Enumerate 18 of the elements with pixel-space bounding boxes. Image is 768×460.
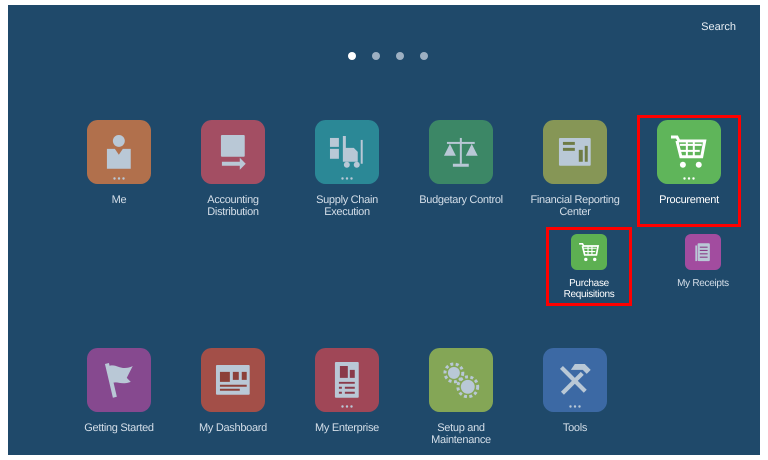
- app-tile[interactable]: Setup and Maintenance: [409, 342, 513, 455]
- page-dot[interactable]: [348, 52, 356, 60]
- app-tile[interactable]: Purchase Requisitions: [546, 226, 632, 306]
- app-tile[interactable]: Tools: [523, 342, 627, 455]
- search-link[interactable]: Search: [701, 21, 736, 40]
- app-tile[interactable]: Getting Started: [67, 342, 171, 455]
- app-tile[interactable]: Budgetary Control: [409, 114, 513, 227]
- app-tile[interactable]: Me: [67, 114, 171, 227]
- app-tile[interactable]: Accounting Distribution: [181, 114, 285, 227]
- page-dot[interactable]: [396, 52, 404, 60]
- app-tile[interactable]: Procurement: [637, 114, 741, 227]
- page-dot[interactable]: [372, 52, 380, 60]
- app-tile[interactable]: Financial Reporting Center: [523, 114, 627, 227]
- app-tile[interactable]: My Dashboard: [181, 342, 285, 455]
- app-tile[interactable]: Supply Chain Execution: [295, 114, 399, 227]
- page-dot[interactable]: [420, 52, 428, 60]
- app-tile[interactable]: My Enterprise: [295, 342, 399, 455]
- app-tile[interactable]: My Receipts: [660, 226, 746, 306]
